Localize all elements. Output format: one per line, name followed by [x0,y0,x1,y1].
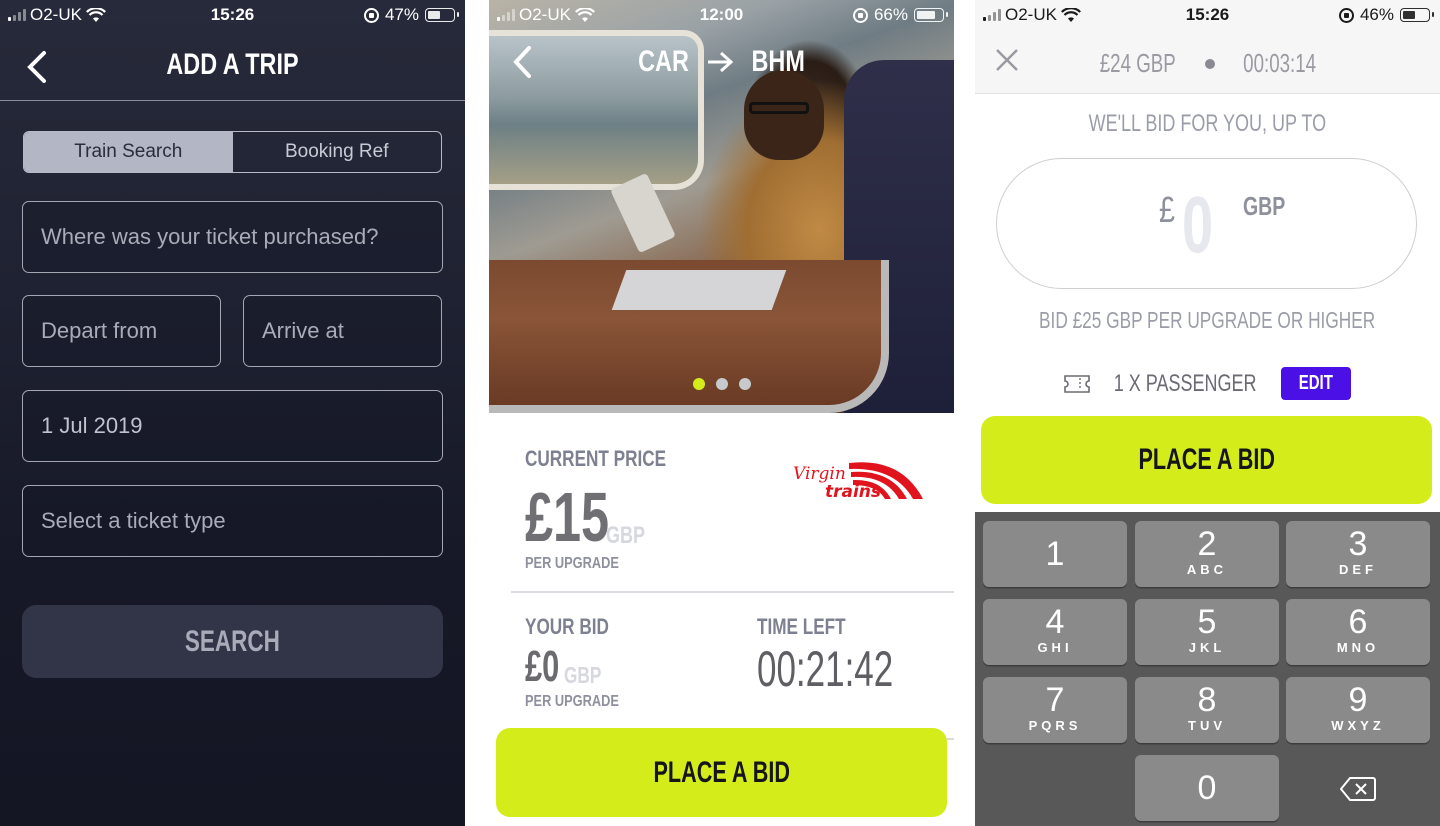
current-price: £15 GBP [525,482,658,552]
carousel-dot[interactable] [715,378,728,390]
max-bid-input[interactable]: £ 0 GBP [996,158,1417,289]
ticket-icon [1064,374,1091,393]
key-7[interactable]: 7 PQRS [983,677,1127,743]
virgin-trains-logo: Virgin trains [793,462,923,502]
battery-percent: 46% [1359,5,1394,24]
key-0[interactable]: 0 [1135,755,1279,821]
your-bid-label: YOUR BID [525,614,609,639]
numeric-keypad: 1 2 ABC 3 DEF 4 GHI 5 JKL 6 MNO 7 PQRS 8 TUV 9W… [975,512,1440,826]
upgrade-bid-screen: O2-UK 12:00 66% CAR BHM CURRENT PRICE £1… [489,0,954,826]
passenger-row: 1 X PASSENGER EDIT [975,367,1440,400]
auto-bid-screen: O2-UK 15:26 46% £24 GBP 00:03:14 WE'LL B… [975,0,1440,826]
bid-currency: GBP [1243,191,1286,221]
key-5[interactable]: 5 JKL [1135,599,1279,665]
depart-from-field[interactable]: Depart from [22,295,221,367]
key-9[interactable]: 9 WXYZ [1286,677,1430,743]
time-left-label: TIME LEFT [757,614,846,639]
search-mode-tabs: Train Search Booking Ref [23,131,442,173]
logo-text-virgin: Virgin [793,464,846,484]
date-field[interactable]: 1 Jul 2019 [22,390,443,462]
backspace-icon[interactable] [1340,776,1376,802]
search-button[interactable]: SEARCH [22,605,443,678]
carousel-dot[interactable] [692,378,705,390]
page-title: ADD A TRIP [166,48,299,81]
rotation-lock-icon [852,7,868,23]
current-price-currency: GBP [605,522,645,549]
carousel-dot[interactable] [738,378,751,390]
your-bid: £0 GBP [525,645,614,689]
summary-price: £24 GBP [1099,48,1176,78]
place-bid-button[interactable]: PLACE A BID [496,728,947,817]
battery-icon [914,8,948,22]
arrow-right-icon [707,51,734,73]
rotation-lock-icon [363,7,379,23]
route-title: CAR BHM [489,45,954,79]
status-bar: O2-UK 15:26 47% [0,0,465,30]
key-2[interactable]: 2 ABC [1135,521,1279,587]
status-bar: O2-UK 15:26 46% [975,0,1440,30]
divider [511,591,954,593]
tab-train-search[interactable]: Train Search [24,132,233,172]
battery-percent: 47% [384,5,419,24]
passenger-count: 1 X PASSENGER [1114,369,1257,397]
carousel-indicator [489,378,954,390]
bid-summary: £24 GBP 00:03:14 [975,48,1440,79]
edit-label: EDIT [1298,372,1333,394]
your-bid-amount: £0 [525,642,560,691]
battery-percent: 66% [873,5,908,24]
current-price-label: CURRENT PRICE [525,446,667,471]
key-6[interactable]: 6 MNO [1286,599,1430,665]
rotation-lock-icon [1338,7,1354,23]
place-bid-label: PLACE A BID [1138,443,1275,476]
header: ADD A TRIP [0,40,465,101]
key-4[interactable]: 4 GHI [983,599,1127,665]
status-bar: O2-UK 12:00 66% [489,0,954,30]
current-price-unit: PER UPGRADE [525,555,619,572]
edit-passengers-button[interactable]: EDIT [1280,367,1351,400]
route-origin: CAR [637,45,689,78]
currency-symbol: £ [1159,189,1176,230]
place-bid-button[interactable]: PLACE A BID [981,416,1432,504]
logo-text-trains: trains [825,482,881,502]
place-bid-label: PLACE A BID [653,755,790,789]
current-price-amount: £15 [525,478,610,556]
arrive-at-field[interactable]: Arrive at [243,295,442,367]
tab-booking-ref[interactable]: Booking Ref [233,132,442,172]
bid-prompt: WE'LL BID FOR YOU, UP TO [1088,110,1327,137]
battery-icon [425,8,459,22]
key-3[interactable]: 3 DEF [1286,521,1430,587]
key-8[interactable]: 8 TUV [1135,677,1279,743]
min-bid-hint: BID £25 GBP PER UPGRADE OR HIGHER [1039,307,1376,333]
purchase-location-field[interactable]: Where was your ticket purchased? [22,201,443,273]
battery-icon [1400,8,1434,22]
back-button[interactable] [24,50,50,84]
route-destination: BHM [751,45,805,78]
bid-value: 0 [1182,180,1214,269]
your-bid-currency: GBP [563,662,602,688]
time-left-countdown: 00:21:42 [757,641,894,697]
summary-timer: 00:03:14 [1242,48,1316,78]
add-trip-screen: O2-UK 15:26 47% ADD A TRIP Train Search … [0,0,465,826]
search-button-label: SEARCH [184,624,281,658]
key-1[interactable]: 1 [983,521,1127,587]
your-bid-unit: PER UPGRADE [525,693,619,710]
ticket-type-select[interactable]: Select a ticket type [22,485,443,557]
separator-dot [1204,58,1215,69]
